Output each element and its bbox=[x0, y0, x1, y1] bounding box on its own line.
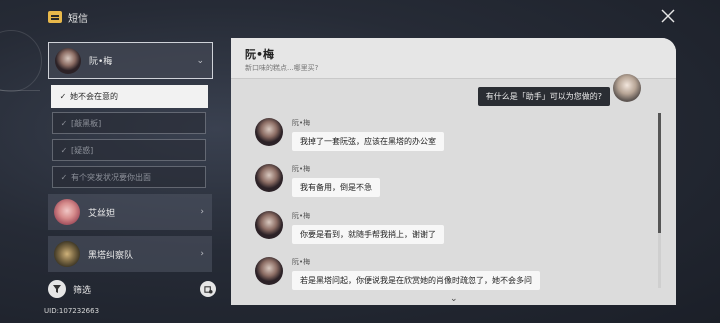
close-button[interactable] bbox=[660, 8, 676, 24]
reply-option[interactable]: ✓ 她不会在意的 bbox=[51, 85, 208, 108]
chevron-right-icon: › bbox=[200, 249, 204, 259]
avatar bbox=[255, 118, 283, 146]
contact-item-ruan-mei[interactable]: 阮•梅 ⌄ bbox=[48, 42, 213, 79]
chat-header: 阮•梅 新口味的糕点...哪里买? bbox=[231, 38, 676, 79]
filter-label: 筛选 bbox=[73, 285, 92, 296]
avatar bbox=[54, 241, 80, 267]
outgoing-message: 有什么是「助手」可以为您做的? bbox=[477, 87, 610, 106]
chat-subtitle: 新口味的糕点...哪里买? bbox=[245, 64, 319, 72]
contact-name: 阮•梅 bbox=[89, 57, 113, 67]
contact-item-asta[interactable]: 艾丝妲 › bbox=[48, 194, 212, 230]
user-id: UID:107232663 bbox=[44, 307, 100, 315]
reply-option[interactable]: ✓ [敲黑板] bbox=[52, 112, 206, 134]
reply-option[interactable]: ✓ [疑惑] bbox=[52, 139, 206, 161]
reply-option[interactable]: ✓ 有个突发状况要你出面 bbox=[52, 166, 206, 188]
avatar bbox=[54, 199, 80, 225]
check-icon: ✓ bbox=[60, 172, 68, 182]
check-icon: ✓ bbox=[59, 92, 67, 101]
filter-icon bbox=[48, 280, 66, 298]
incoming-message: 若是黑塔问起，你便说我是在欣赏她的肖像时疏忽了，她不会多问 bbox=[292, 271, 540, 290]
chat-panel: 阮•梅 新口味的糕点...哪里买? 有什么是「助手」可以为您做的? 阮•梅 我掉… bbox=[231, 38, 676, 305]
incoming-message: 你要是看到，就随手帮我捎上，谢谢了 bbox=[292, 225, 444, 244]
check-icon: ✓ bbox=[60, 118, 68, 128]
avatar bbox=[55, 47, 81, 74]
reply-option-label: [疑惑] bbox=[71, 145, 94, 155]
scrollbar-thumb[interactable] bbox=[658, 113, 661, 233]
contact-name: 黑塔纠察队 bbox=[88, 250, 134, 261]
message-sender: 阮•梅 bbox=[292, 258, 311, 266]
notification-icon bbox=[203, 285, 213, 294]
reply-option-label: 有个突发状况要你出面 bbox=[71, 172, 151, 182]
message-sender: 阮•梅 bbox=[292, 212, 311, 220]
message-sender: 阮•梅 bbox=[292, 119, 311, 127]
check-icon: ✓ bbox=[60, 145, 68, 155]
message-app-icon bbox=[48, 11, 62, 23]
avatar bbox=[255, 211, 283, 239]
message-sender: 阮•梅 bbox=[292, 165, 311, 173]
app-title: 短信 bbox=[68, 13, 88, 25]
chevron-right-icon: › bbox=[200, 207, 204, 217]
reply-option-label: [敲黑板] bbox=[71, 118, 102, 128]
reply-option-label: 她不会在意的 bbox=[70, 92, 118, 101]
incoming-message: 我有备用，倒是不急 bbox=[292, 178, 380, 197]
background-decoration-ring bbox=[0, 30, 42, 92]
avatar bbox=[255, 164, 283, 192]
chat-contact-name: 阮•梅 bbox=[245, 48, 275, 61]
close-icon bbox=[661, 9, 675, 23]
background-decoration-line bbox=[0, 90, 40, 91]
filter-button[interactable]: 筛选 bbox=[48, 279, 91, 299]
top-bar: 短信 bbox=[48, 8, 88, 26]
chevron-down-icon: ⌄ bbox=[196, 55, 204, 66]
incoming-message: 我掉了一套阮弦，应该在黑塔的办公室 bbox=[292, 132, 444, 151]
avatar bbox=[613, 74, 641, 102]
chevron-down-icon[interactable]: ⌄ bbox=[450, 294, 458, 304]
avatar bbox=[255, 257, 283, 285]
contact-name: 艾丝妲 bbox=[88, 208, 116, 219]
notification-toggle-button[interactable] bbox=[200, 281, 216, 297]
contact-item-herta-patrol[interactable]: 黑塔纠察队 › bbox=[48, 236, 212, 272]
